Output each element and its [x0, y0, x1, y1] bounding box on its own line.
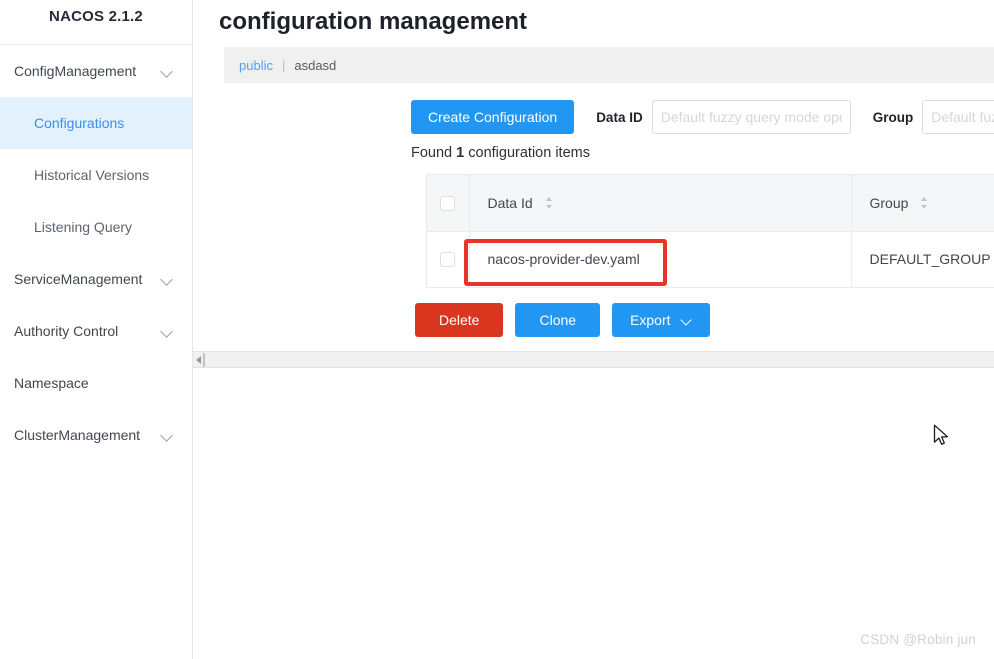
row-select-cell: [427, 231, 470, 288]
nav-group-config-management: ConfigManagement Configurations Historic…: [0, 45, 192, 253]
group-input[interactable]: [922, 100, 994, 134]
group-label: Group: [872, 109, 914, 125]
bulk-actions: Delete Clone Export: [415, 302, 994, 337]
clone-button[interactable]: Clone: [515, 302, 601, 337]
column-label: Data Id: [487, 194, 533, 211]
chevron-down-icon[interactable]: [161, 327, 174, 335]
chevron-down-icon[interactable]: [161, 275, 174, 283]
sidebar-item-listening-query[interactable]: Listening Query: [0, 201, 192, 253]
sidebar-item-clustermanagement[interactable]: ClusterManagement: [0, 409, 192, 461]
results-prefix: Found: [411, 145, 457, 161]
sidebar-item-authority-control[interactable]: Authority Control: [0, 305, 192, 357]
app-root: NACOS 2.1.2 ConfigManagement Configurati…: [0, 0, 994, 659]
sort-icon[interactable]: [919, 196, 929, 209]
sidebar-subitem-label: Listening Query: [34, 219, 133, 235]
create-configuration-button[interactable]: Create Configuration: [411, 100, 575, 134]
table-header-select: [427, 175, 470, 232]
select-all-checkbox[interactable]: [440, 196, 456, 212]
sidebar-item-namespace[interactable]: Namespace: [0, 357, 192, 409]
horizontal-scrollbar[interactable]: [193, 351, 994, 368]
sidebar-item-label: Authority Control: [14, 323, 119, 339]
row-checkbox[interactable]: [440, 252, 456, 268]
breadcrumb-namespace-link[interactable]: public: [239, 58, 273, 73]
chevron-down-icon[interactable]: [161, 67, 174, 75]
sidebar-item-label: ConfigManagement: [14, 63, 137, 79]
sidebar-item-servicemanagement[interactable]: ServiceManagement: [0, 253, 192, 305]
sidebar-item-label: Namespace: [14, 375, 89, 391]
sidebar-item-label: ClusterManagement: [14, 427, 141, 443]
sort-icon[interactable]: [544, 196, 554, 209]
watermark-text: CSDN @Robin jun: [860, 632, 976, 647]
data-id-label: Data ID: [596, 109, 643, 125]
breadcrumb-current: asdasd: [294, 57, 337, 73]
data-id-input[interactable]: [651, 100, 851, 134]
sidebar: NACOS 2.1.2 ConfigManagement Configurati…: [0, 0, 193, 659]
results-count: Found 1 configuration items: [411, 145, 994, 161]
table-row[interactable]: nacos-provider-dev.yaml DEFAULT_GROUP: [427, 231, 994, 288]
breadcrumb-separator: |: [281, 57, 286, 73]
table-header-group: Group: [851, 175, 994, 232]
table-header-row: Data Id Group Applica: [427, 175, 994, 232]
cell-data-id: nacos-provider-dev.yaml: [469, 231, 852, 288]
scrollbar-thumb[interactable]: [203, 353, 205, 367]
export-button[interactable]: Export: [612, 302, 710, 337]
sidebar-item-configmanagement[interactable]: ConfigManagement: [0, 45, 192, 97]
results-suffix: configuration items: [464, 145, 590, 161]
sidebar-item-configurations[interactable]: Configurations: [0, 97, 192, 149]
sidebar-item-historical-versions[interactable]: Historical Versions: [0, 149, 192, 201]
scroll-left-arrow-icon[interactable]: [196, 356, 201, 364]
sidebar-subitem-label: Historical Versions: [34, 167, 150, 183]
chevron-down-icon: [681, 316, 692, 323]
mouse-cursor-icon: [933, 424, 949, 445]
breadcrumb: public | asdasd: [224, 47, 994, 83]
configurations-table: Data Id Group Applica: [426, 174, 994, 288]
search-toolbar: Create Configuration Data ID Group 默认模: [411, 100, 994, 134]
cell-group: DEFAULT_GROUP: [851, 231, 994, 288]
table-header-data-id: Data Id: [469, 175, 852, 232]
delete-button[interactable]: Delete: [415, 302, 504, 337]
chevron-down-icon[interactable]: [161, 431, 174, 439]
sidebar-item-label: ServiceManagement: [14, 271, 143, 287]
main-content: configuration management public | asdasd…: [193, 0, 994, 659]
export-button-label: Export: [630, 311, 671, 328]
column-label: Group: [869, 194, 909, 211]
page-title: configuration management: [219, 8, 528, 35]
sidebar-subitem-label: Configurations: [34, 115, 125, 131]
app-brand-title: NACOS 2.1.2: [49, 7, 143, 25]
